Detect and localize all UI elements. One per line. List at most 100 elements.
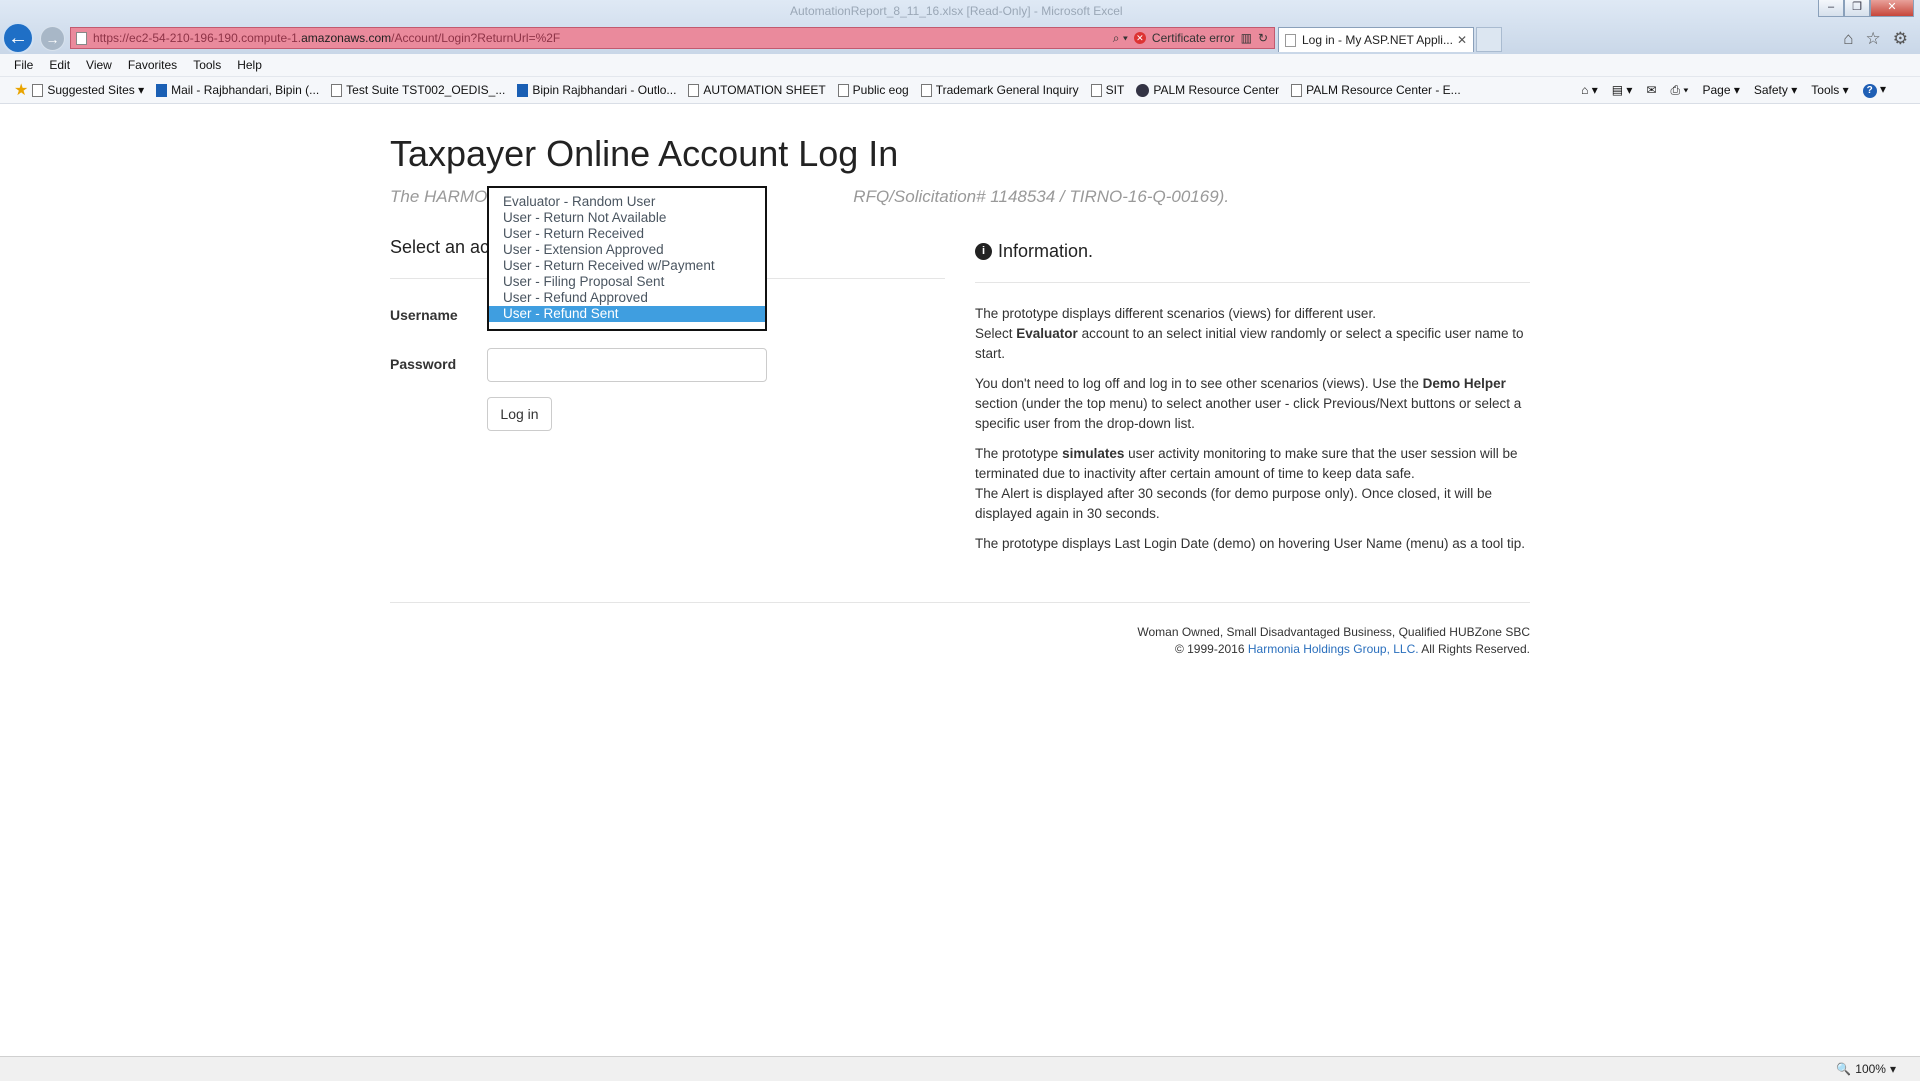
info-paragraph: The prototype displays Last Login Date (… bbox=[975, 534, 1530, 554]
favorite-item[interactable]: PALM Resource Center bbox=[1136, 83, 1279, 97]
zoom-level: 100% bbox=[1855, 1062, 1886, 1076]
favorite-item[interactable]: Mail - Rajbhandari, Bipin (... bbox=[156, 83, 319, 97]
window-title: AutomationReport_8_11_16.xlsx [Read-Only… bbox=[790, 4, 1123, 18]
dropdown-option[interactable]: User - Extension Approved bbox=[489, 242, 765, 258]
password-label: Password bbox=[390, 356, 457, 372]
footer-line1: Woman Owned, Small Disadvantaged Busines… bbox=[1137, 625, 1530, 639]
menu-help[interactable]: Help bbox=[237, 58, 262, 72]
footer: Woman Owned, Small Disadvantaged Busines… bbox=[390, 624, 1530, 658]
favorite-label: Trademark General Inquiry bbox=[935, 83, 1079, 97]
home-dropdown-icon[interactable]: ⌂ ▾ bbox=[1581, 83, 1598, 97]
footer-line2: © 1999-2016 Harmonia Holdings Group, LLC… bbox=[390, 641, 1530, 658]
url-domain: amazonaws.com bbox=[301, 31, 392, 45]
rights-text: All Rights Reserved. bbox=[1418, 642, 1530, 656]
dropdown-option[interactable]: Evaluator - Random User bbox=[489, 194, 765, 210]
print-icon[interactable]: ⎙ ▾ bbox=[1671, 83, 1689, 98]
refresh-icon[interactable]: ↻ bbox=[1258, 31, 1268, 45]
favorite-item[interactable]: Test Suite TST002_OEDIS_... bbox=[331, 83, 505, 97]
certificate-error-icon[interactable]: ✕ bbox=[1133, 32, 1146, 44]
tools-menu[interactable]: Tools ▾ bbox=[1811, 83, 1848, 97]
dropdown-option[interactable]: User - Refund Approved bbox=[489, 290, 765, 306]
info-bold-text: simulates bbox=[1062, 446, 1125, 461]
select-account-heading: Select an ac bbox=[390, 237, 490, 257]
search-icon[interactable]: ⌕ ▾ bbox=[1113, 31, 1128, 46]
settings-gear-icon[interactable]: ⚙ bbox=[1893, 29, 1908, 49]
favorite-item[interactable]: Public eog bbox=[837, 83, 909, 97]
chevron-down-icon: ▾ bbox=[1889, 1062, 1896, 1076]
favorite-label: PALM Resource Center bbox=[1153, 83, 1280, 97]
information-title: Information. bbox=[998, 241, 1094, 261]
menu-favorites[interactable]: Favorites bbox=[128, 58, 177, 72]
info-text: The prototype bbox=[975, 446, 1063, 461]
back-button[interactable]: ← bbox=[2, 22, 34, 54]
username-label: Username bbox=[390, 307, 458, 323]
tab-page-icon bbox=[1285, 33, 1296, 47]
menu-file[interactable]: File bbox=[14, 58, 33, 72]
browser-tab-active[interactable]: Log in - My ASP.NET Appli... ✕ bbox=[1278, 27, 1474, 52]
info-paragraph: The prototype displays different scenari… bbox=[975, 304, 1530, 364]
dropdown-option[interactable]: User - Return Received bbox=[489, 226, 765, 242]
feeds-icon[interactable]: ▤ ▾ bbox=[1612, 83, 1633, 97]
dropdown-option[interactable]: User - Filing Proposal Sent bbox=[489, 274, 765, 290]
zoom-control[interactable]: 🔍 100% ▾ bbox=[1836, 1062, 1896, 1076]
favorite-item[interactable]: PALM Resource Center - E... bbox=[1291, 83, 1461, 97]
new-tab-button[interactable] bbox=[1476, 27, 1502, 52]
dropdown-option-selected[interactable]: User - Refund Sent bbox=[489, 306, 765, 322]
divider bbox=[975, 282, 1530, 283]
menu-bar: File Edit View Favorites Tools Help bbox=[0, 54, 1920, 77]
window-controls: – ❐ ✕ bbox=[1818, 0, 1914, 17]
minimize-button[interactable]: – bbox=[1818, 0, 1844, 17]
subtitle-right: RFQ/Solicitation# 1148534 / TIRNO-16-Q-0… bbox=[853, 187, 1230, 206]
dropdown-option[interactable]: User - Return Not Available bbox=[489, 210, 765, 226]
favorites-star-icon[interactable]: ☆ bbox=[1866, 29, 1881, 49]
tab-title: Log in - My ASP.NET Appli... bbox=[1302, 33, 1453, 47]
info-icon: i bbox=[975, 243, 992, 260]
username-dropdown-list[interactable]: Evaluator - Random User User - Return No… bbox=[487, 186, 767, 331]
login-button[interactable]: Log in bbox=[487, 397, 552, 431]
page-icon bbox=[1090, 83, 1102, 97]
certificate-error-label[interactable]: Certificate error bbox=[1152, 31, 1235, 45]
information-body: The prototype displays different scenari… bbox=[975, 304, 1530, 564]
company-link[interactable]: Harmonia Holdings Group, LLC. bbox=[1248, 642, 1419, 656]
favorite-item[interactable]: AUTOMATION SHEET bbox=[688, 83, 826, 97]
favorite-label: Public eog bbox=[852, 83, 909, 97]
favorite-item[interactable]: SIT bbox=[1090, 83, 1124, 97]
page-icon bbox=[331, 83, 343, 97]
page-menu[interactable]: Page ▾ bbox=[1702, 83, 1739, 97]
favorite-label: PALM Resource Center - E... bbox=[1306, 83, 1461, 97]
info-bold-text: Demo Helper bbox=[1422, 376, 1506, 391]
page-icon bbox=[76, 31, 87, 45]
page-icon bbox=[837, 83, 849, 97]
command-bar: ⌂ ▾ ▤ ▾ ✉ ⎙ ▾ Page ▾ Safety ▾ Tools ▾ ? … bbox=[1581, 77, 1886, 103]
menu-edit[interactable]: Edit bbox=[49, 58, 70, 72]
favorites-add-star-icon[interactable]: ★ bbox=[14, 80, 28, 100]
tab-close-icon[interactable]: ✕ bbox=[1457, 33, 1467, 47]
mail-icon[interactable]: ✉ bbox=[1646, 83, 1656, 97]
favorite-label: Suggested Sites ▾ bbox=[47, 83, 145, 97]
favorite-item[interactable]: Bipin Rajbhandari - Outlo... bbox=[517, 83, 676, 97]
status-bar: 🔍 100% ▾ bbox=[0, 1056, 1920, 1081]
forward-button[interactable]: → bbox=[40, 26, 65, 51]
help-menu[interactable]: ? ▾ bbox=[1862, 82, 1886, 98]
dropdown-option[interactable]: User - Return Received w/Payment bbox=[489, 258, 765, 274]
footer-divider bbox=[390, 602, 1530, 603]
restore-button[interactable]: ❐ bbox=[1844, 0, 1870, 17]
back-arrow-icon: ← bbox=[8, 26, 28, 49]
favorite-item[interactable]: Suggested Sites ▾ bbox=[32, 83, 144, 97]
information-heading: i Information. bbox=[975, 241, 1093, 262]
info-text: The prototype displays Last Login Date (… bbox=[975, 536, 1526, 551]
favorite-item[interactable]: Trademark General Inquiry bbox=[920, 83, 1079, 97]
menu-view[interactable]: View bbox=[86, 58, 112, 72]
compatibility-icon[interactable]: ▥ bbox=[1241, 31, 1252, 45]
info-bold-text: Evaluator bbox=[1016, 326, 1078, 341]
address-bar[interactable]: https://ec2-54-210-196-190.compute-1.ama… bbox=[70, 27, 1275, 49]
help-icon: ? bbox=[1862, 84, 1877, 98]
close-window-button[interactable]: ✕ bbox=[1870, 0, 1914, 17]
palm-icon bbox=[1136, 83, 1150, 97]
home-icon[interactable]: ⌂ bbox=[1843, 29, 1853, 49]
menu-tools[interactable]: Tools bbox=[193, 58, 221, 72]
page-icon bbox=[32, 83, 44, 97]
safety-menu[interactable]: Safety ▾ bbox=[1754, 83, 1797, 97]
password-field[interactable] bbox=[487, 348, 767, 382]
url-text[interactable]: https://ec2-54-210-196-190.compute-1.ama… bbox=[93, 31, 1113, 45]
